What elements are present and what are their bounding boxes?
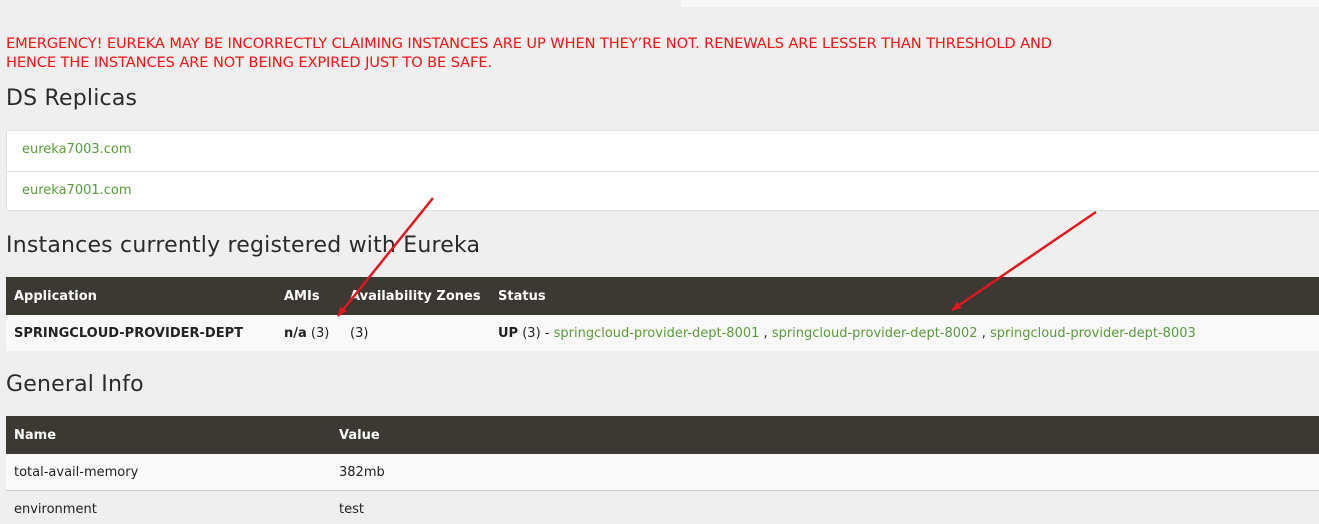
info-name: total-avail-memory bbox=[6, 454, 331, 491]
col-header-availability-zones: Availability Zones bbox=[342, 277, 490, 315]
col-header-name: Name bbox=[6, 416, 331, 454]
amis-label: n/a bbox=[284, 325, 307, 341]
warning-line-2: HENCE THE INSTANCES ARE NOT BEING EXPIRE… bbox=[6, 54, 492, 71]
col-header-application: Application bbox=[6, 277, 276, 315]
amis-count: (3) bbox=[310, 325, 330, 341]
zones-count: (3) bbox=[342, 315, 490, 351]
instance-link-8002[interactable]: springcloud-provider-dept-8002 bbox=[772, 326, 978, 341]
instances-table: Application AMIs Availability Zones Stat… bbox=[6, 277, 1319, 351]
general-info-title: General Info bbox=[6, 372, 144, 397]
instances-title: Instances currently registered with Eure… bbox=[6, 233, 481, 258]
status-count: (3) - bbox=[522, 325, 550, 341]
table-header-row: Application AMIs Availability Zones Stat… bbox=[6, 277, 1319, 315]
replica-link-eureka7001[interactable]: eureka7001.com bbox=[22, 183, 132, 198]
instance-separator: , bbox=[763, 325, 768, 341]
emergency-warning: EMERGENCY! EUREKA MAY BE INCORRECTLY CLA… bbox=[6, 34, 1319, 72]
status-label: UP bbox=[498, 325, 519, 341]
col-header-amis: AMIs bbox=[276, 277, 342, 315]
table-row: environment test bbox=[6, 490, 1319, 524]
col-header-status: Status bbox=[490, 277, 1319, 315]
replica-row: eureka7003.com bbox=[7, 131, 1319, 171]
table-row: SPRINGCLOUD-PROVIDER-DEPT n/a (3) (3) UP… bbox=[6, 315, 1319, 351]
eureka-dashboard: EMERGENCY! EUREKA MAY BE INCORRECTLY CLA… bbox=[0, 0, 1319, 524]
info-value: test bbox=[331, 490, 1319, 524]
amis-cell: n/a (3) bbox=[276, 315, 342, 351]
info-name: environment bbox=[6, 490, 331, 524]
status-cell: UP (3) - springcloud-provider-dept-8001 … bbox=[490, 315, 1319, 351]
instance-separator: , bbox=[981, 325, 986, 341]
col-header-value: Value bbox=[331, 416, 1319, 454]
replica-row: eureka7001.com bbox=[7, 171, 1319, 211]
table-header-row: Name Value bbox=[6, 416, 1319, 454]
ds-replicas-list: eureka7003.com eureka7001.com bbox=[6, 130, 1319, 211]
replica-link-eureka7003[interactable]: eureka7003.com bbox=[22, 142, 132, 157]
warning-line-1: EMERGENCY! EUREKA MAY BE INCORRECTLY CLA… bbox=[6, 35, 1052, 52]
application-name: SPRINGCLOUD-PROVIDER-DEPT bbox=[6, 315, 276, 351]
instance-link-8003[interactable]: springcloud-provider-dept-8003 bbox=[990, 326, 1196, 341]
table-row: total-avail-memory 382mb bbox=[6, 454, 1319, 491]
top-panel-edge bbox=[681, 0, 1319, 7]
instance-link-8001[interactable]: springcloud-provider-dept-8001 bbox=[554, 326, 760, 341]
ds-replicas-title: DS Replicas bbox=[6, 86, 138, 111]
info-value: 382mb bbox=[331, 454, 1319, 491]
general-info-table: Name Value total-avail-memory 382mb envi… bbox=[6, 416, 1319, 524]
